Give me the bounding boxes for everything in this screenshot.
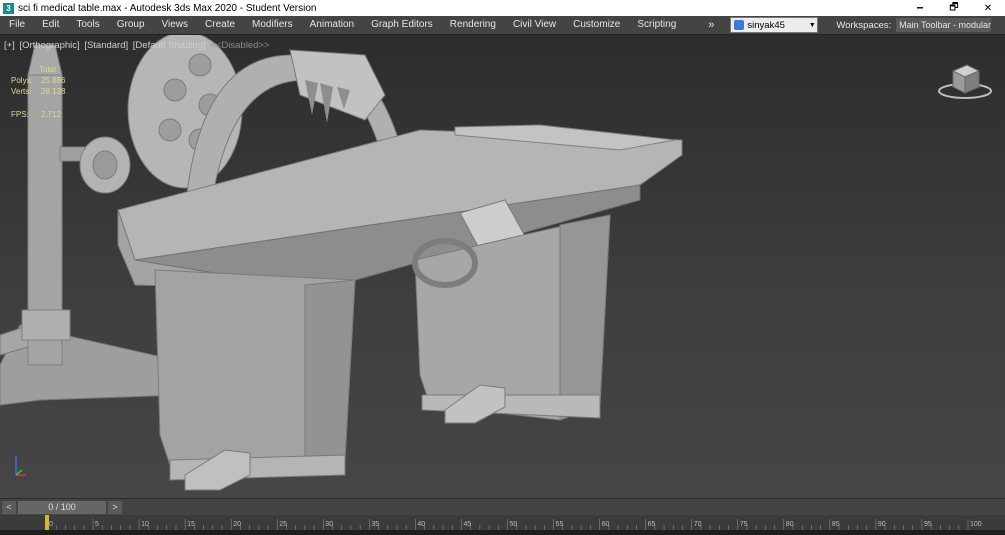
ruler-tick-label: 0 <box>49 521 53 528</box>
workspace-select[interactable]: Main Toolbar - modular <box>896 18 992 32</box>
stats-polys-value: 25 886 <box>41 76 66 85</box>
frame-ruler: 0 5 10 15 20 25 30 35 40 45 50 55 60 65 70 75 80 85 90 95 10… <box>45 515 982 530</box>
ruler-tick-label: 25 <box>279 521 287 528</box>
stats-verts-value: 28 128 <box>41 87 66 96</box>
minimize-button[interactable]: 🗕 <box>903 0 937 16</box>
menu-overflow-button[interactable]: » <box>698 19 724 31</box>
ruler-tick-label: 55 <box>556 521 564 528</box>
menu-group[interactable]: Group <box>108 16 153 34</box>
viewport-menu-plus[interactable]: [+] <box>4 40 15 51</box>
ruler-tick-label: 70 <box>694 521 702 528</box>
ruler-tick-label: 10 <box>141 521 149 528</box>
window-controls: 🗕 🗗 ✕ <box>903 0 1005 16</box>
user-name: sinyak45 <box>747 19 785 31</box>
menu-tools[interactable]: Tools <box>67 16 107 34</box>
stats-verts-label: Verts: <box>11 87 32 96</box>
user-icon <box>734 20 745 30</box>
workspaces-label: Workspaces: <box>836 19 892 31</box>
scene-render <box>0 35 683 491</box>
window-title: sci fi medical table.max - Autodesk 3ds … <box>18 2 317 14</box>
stats-fps-label: FPS: <box>11 110 29 119</box>
ruler-tick-label: 65 <box>648 521 656 528</box>
axis-tripod-icon <box>15 456 26 476</box>
app-icon: 3 <box>3 2 14 14</box>
ruler-tick-label: 15 <box>187 521 195 528</box>
menu-edit[interactable]: Edit <box>33 16 67 34</box>
ruler-tick-label: 75 <box>740 521 748 528</box>
stats-fps-value: 2,712 <box>41 110 62 119</box>
viewport-point-of-view[interactable]: [Orthographic] <box>19 40 79 51</box>
viewcube-icon[interactable] <box>937 61 997 101</box>
viewport-label[interactable]: [+] [Orthographic] [Standard] [Default S… <box>4 40 272 51</box>
stats-total-label: Total <box>39 65 56 74</box>
menu-views[interactable]: Views <box>153 16 197 34</box>
viewport-standard[interactable]: [Standard] <box>84 40 128 51</box>
ruler-tick-label: 85 <box>832 521 840 528</box>
ruler-tick-label: 95 <box>924 521 932 528</box>
menu-graph-editors[interactable]: Graph Editors <box>362 16 441 34</box>
track-bar[interactable]: 0 5 10 15 20 25 30 35 40 45 50 55 60 65 70 75 80 85 90 95 10… <box>0 515 1005 530</box>
stats-polys-label: Polys: <box>11 76 33 85</box>
menu-animation[interactable]: Animation <box>301 16 362 34</box>
ruler-tick-label: 5 <box>95 521 99 528</box>
close-button[interactable]: ✕ <box>971 0 1005 16</box>
ruler-tick-label: 40 <box>417 521 425 528</box>
viewport-disabled-label[interactable]: <<Disabled>> <box>210 40 269 51</box>
ruler-tick-label: 100 <box>970 521 982 528</box>
ruler-tick-label: 20 <box>233 521 241 528</box>
perspective-viewport[interactable]: [+] [Orthographic] [Standard] [Default S… <box>0 34 1005 499</box>
time-next-button[interactable]: > <box>108 501 122 514</box>
restore-button[interactable]: 🗗 <box>937 0 971 16</box>
chevron-down-icon: ▼ <box>808 21 816 29</box>
viewport-shading[interactable]: [Default Shading] <box>133 40 206 51</box>
menu-rendering[interactable]: Rendering <box>441 16 504 34</box>
ruler-tick-label: 50 <box>510 521 518 528</box>
time-prev-button[interactable]: < <box>2 501 16 514</box>
menu-bar: File Edit Tools Group Views Create Modif… <box>0 16 1005 34</box>
menu-create[interactable]: Create <box>196 16 243 34</box>
ruler-tick-label: 60 <box>602 521 610 528</box>
menu-scripting[interactable]: Scripting <box>628 16 684 34</box>
time-slider[interactable]: 0 / 100 <box>18 501 106 514</box>
time-slider-bar: < 0 / 100 > <box>0 498 1005 516</box>
ruler-tick-label: 45 <box>463 521 471 528</box>
menu-modifiers[interactable]: Modifiers <box>243 16 301 34</box>
ruler-tick-label: 30 <box>325 521 333 528</box>
ruler-tick-label: 35 <box>371 521 379 528</box>
time-slider-track[interactable] <box>124 501 1005 514</box>
ruler-tick-label: 90 <box>878 521 886 528</box>
menu-file[interactable]: File <box>0 16 33 34</box>
ruler-tick-label: 80 <box>786 521 794 528</box>
current-frame-marker[interactable] <box>45 515 49 530</box>
title-bar: 3 sci fi medical table.max - Autodesk 3d… <box>0 0 1005 16</box>
menu-customize[interactable]: Customize <box>564 16 628 34</box>
menu-civil-view[interactable]: Civil View <box>504 16 564 34</box>
user-account-dropdown[interactable]: sinyak45 ▼ <box>730 17 819 33</box>
scene-statistics: Total Polys: 25 886 Verts: 28 128 FPS: 2,71… <box>11 64 65 120</box>
